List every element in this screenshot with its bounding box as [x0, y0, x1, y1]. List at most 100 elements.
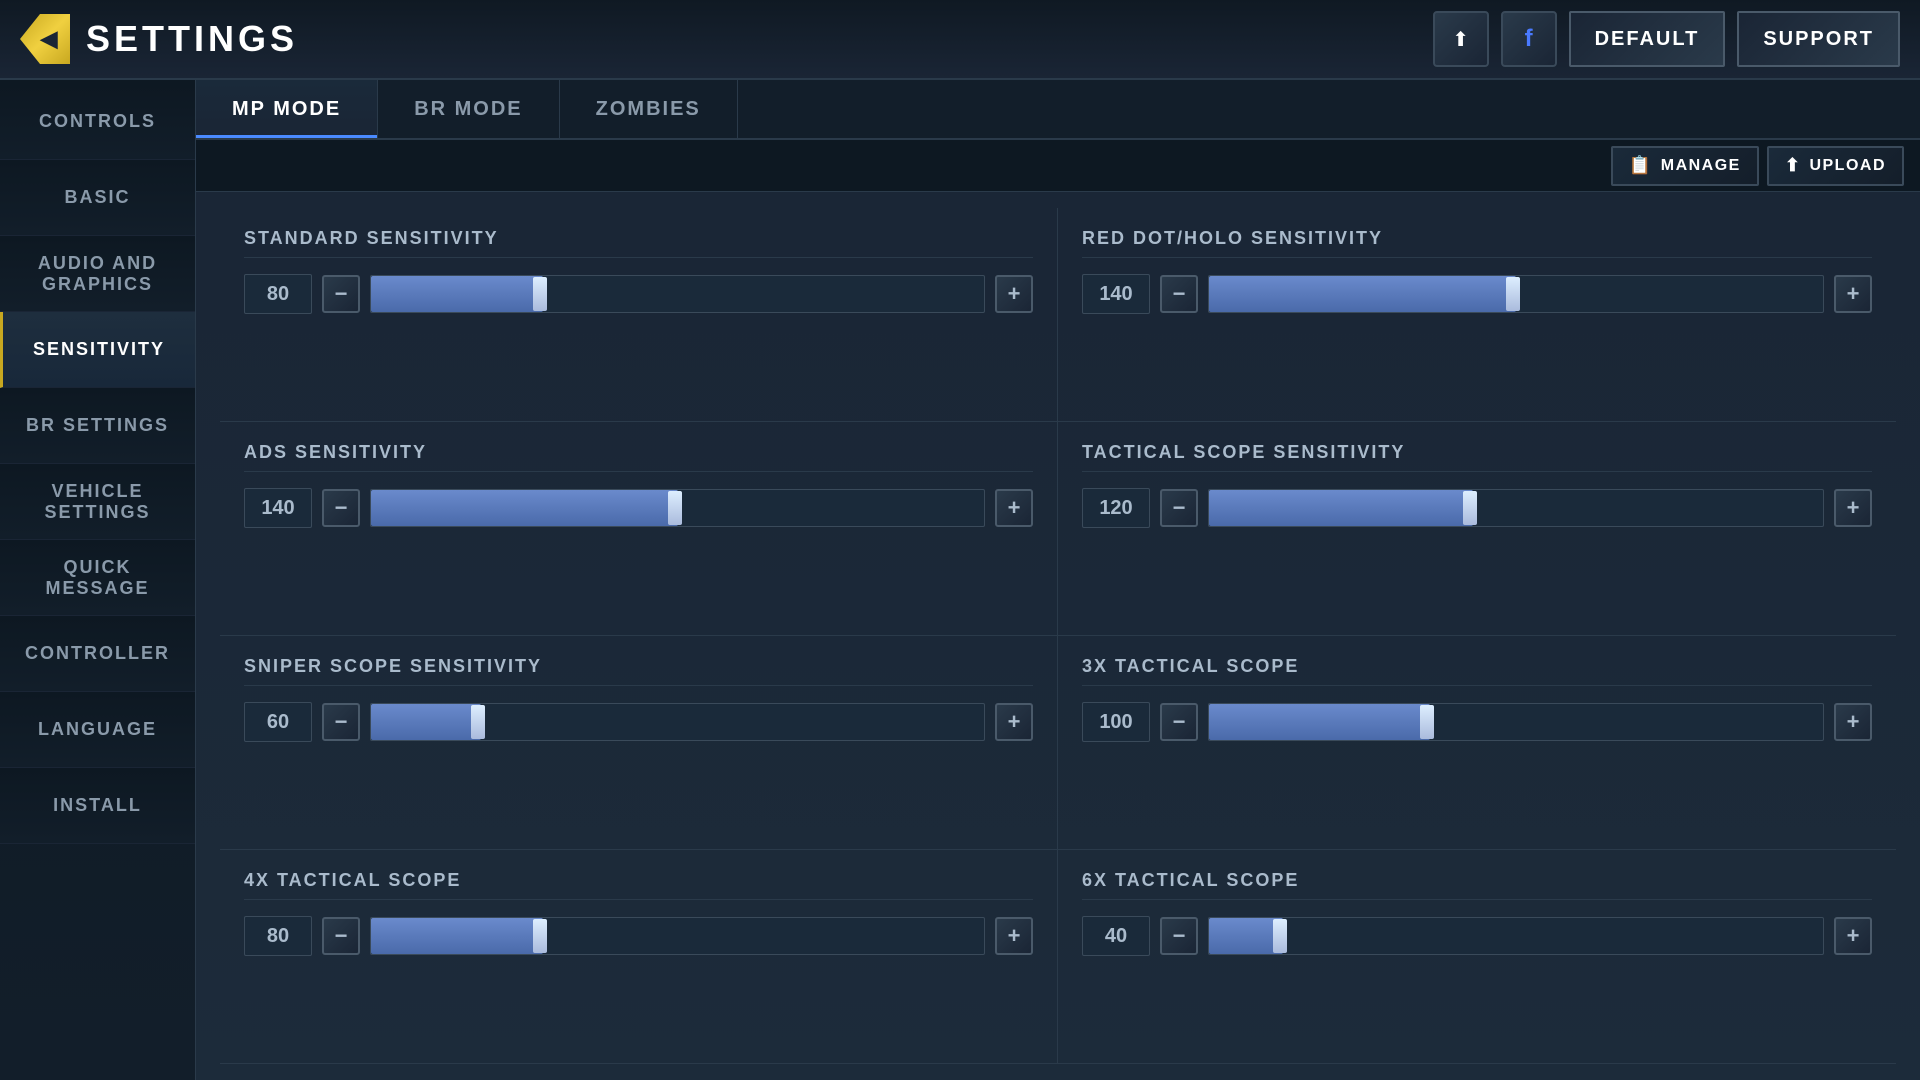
slider-fill-3x-tactical — [1209, 704, 1430, 740]
slider-thumb-3x-tactical[interactable] — [1420, 705, 1434, 739]
slider-fill-tactical-scope — [1209, 490, 1473, 526]
slider-value-sniper-scope: 60 — [244, 702, 312, 742]
slider-minus-ads[interactable]: − — [322, 489, 360, 527]
tab-br-mode[interactable]: BR MODE — [378, 80, 559, 138]
tab-mp-mode[interactable]: MP MODE — [196, 80, 378, 138]
slider-plus-6x-tactical[interactable]: + — [1834, 917, 1872, 955]
slider-thumb-standard[interactable] — [533, 277, 547, 311]
sensitivity-label-tactical-scope: TACTICAL SCOPE SENSITIVITY — [1082, 442, 1872, 472]
sidebar-item-vehicle-settings[interactable]: VEHICLE SETTINGS — [0, 464, 195, 540]
slider-plus-3x-tactical[interactable]: + — [1834, 703, 1872, 741]
slider-minus-tactical-scope[interactable]: − — [1160, 489, 1198, 527]
slider-plus-red-dot-holo[interactable]: + — [1834, 275, 1872, 313]
default-button[interactable]: DEFAULT — [1569, 11, 1726, 67]
slider-plus-4x-tactical[interactable]: + — [995, 917, 1033, 955]
slider-thumb-sniper-scope[interactable] — [471, 705, 485, 739]
slider-minus-sniper-scope[interactable]: − — [322, 703, 360, 741]
slider-fill-4x-tactical — [371, 918, 543, 954]
slider-fill-ads — [371, 490, 678, 526]
sensitivity-item-6x-tactical: 6X TACTICAL SCOPE 40 − + — [1058, 850, 1896, 1064]
slider-plus-standard[interactable]: + — [995, 275, 1033, 313]
sensitivity-item-tactical-scope: TACTICAL SCOPE SENSITIVITY 120 − + — [1058, 422, 1896, 636]
slider-track-3x-tactical[interactable] — [1208, 703, 1824, 741]
sidebar-item-br-settings[interactable]: BR SETTINGS — [0, 388, 195, 464]
slider-track-red-dot-holo[interactable] — [1208, 275, 1824, 313]
support-button[interactable]: SUPPORT — [1737, 11, 1900, 67]
sensitivity-label-3x-tactical: 3x TACTICAL SCOPE — [1082, 656, 1872, 686]
slider-value-red-dot-holo: 140 — [1082, 274, 1150, 314]
sensitivity-item-red-dot-holo: RED DOT/HOLO SENSITIVITY 140 − + — [1058, 208, 1896, 422]
sidebar-item-basic[interactable]: BASIC — [0, 160, 195, 236]
facebook-icon: f — [1525, 25, 1533, 53]
sensitivity-label-ads: ADS SENSITIVITY — [244, 442, 1033, 472]
slider-track-6x-tactical[interactable] — [1208, 917, 1824, 955]
sensitivity-label-red-dot-holo: RED DOT/HOLO SENSITIVITY — [1082, 228, 1872, 258]
sidebar-item-audio-graphics[interactable]: AUDIO AND GRAPHICS — [0, 236, 195, 312]
sidebar-item-quick-message[interactable]: QUICK MESSAGE — [0, 540, 195, 616]
slider-fill-standard — [371, 276, 543, 312]
sensitivity-item-3x-tactical: 3x TACTICAL SCOPE 100 − + — [1058, 636, 1896, 850]
slider-plus-tactical-scope[interactable]: + — [1834, 489, 1872, 527]
slider-row-3x-tactical: 100 − + — [1082, 702, 1872, 742]
sidebar-item-language[interactable]: LANGUAGE — [0, 692, 195, 768]
slider-plus-sniper-scope[interactable]: + — [995, 703, 1033, 741]
slider-minus-standard[interactable]: − — [322, 275, 360, 313]
slider-fill-sniper-scope — [371, 704, 481, 740]
sensitivity-label-standard: STANDARD SENSITIVITY — [244, 228, 1033, 258]
slider-minus-red-dot-holo[interactable]: − — [1160, 275, 1198, 313]
manage-button[interactable]: 📋 MANAGE — [1611, 146, 1759, 186]
sidebar-item-controls[interactable]: CONTROLS — [0, 84, 195, 160]
slider-row-6x-tactical: 40 − + — [1082, 916, 1872, 956]
sidebar-item-install[interactable]: INSTALL — [0, 768, 195, 844]
main-layout: CONTROLSBASICAUDIO AND GRAPHICSSENSITIVI… — [0, 80, 1920, 1080]
slider-track-4x-tactical[interactable] — [370, 917, 985, 955]
slider-thumb-tactical-scope[interactable] — [1463, 491, 1477, 525]
toolbar: 📋 MANAGE ⬆ UPLOAD — [196, 140, 1920, 192]
slider-track-ads[interactable] — [370, 489, 985, 527]
slider-fill-red-dot-holo — [1209, 276, 1516, 312]
slider-track-standard[interactable] — [370, 275, 985, 313]
tab-zombies[interactable]: ZOMBIES — [560, 80, 738, 138]
slider-minus-3x-tactical[interactable]: − — [1160, 703, 1198, 741]
slider-value-tactical-scope: 120 — [1082, 488, 1150, 528]
facebook-icon-button[interactable]: f — [1501, 11, 1557, 67]
sidebar-item-sensitivity[interactable]: SENSITIVITY — [0, 312, 195, 388]
slider-minus-4x-tactical[interactable]: − — [322, 917, 360, 955]
content-area: MP MODEBR MODEZOMBIES 📋 MANAGE ⬆ UPLOAD … — [196, 80, 1920, 1080]
slider-row-red-dot-holo: 140 − + — [1082, 274, 1872, 314]
slider-track-tactical-scope[interactable] — [1208, 489, 1824, 527]
slider-thumb-4x-tactical[interactable] — [533, 919, 547, 953]
back-arrow-icon: ◀ — [41, 26, 58, 52]
upload-button[interactable]: ⬆ UPLOAD — [1767, 146, 1904, 186]
slider-value-ads: 140 — [244, 488, 312, 528]
page-title: SETTINGS — [86, 18, 298, 60]
slider-thumb-6x-tactical[interactable] — [1273, 919, 1287, 953]
slider-row-tactical-scope: 120 − + — [1082, 488, 1872, 528]
back-button[interactable]: ◀ — [20, 14, 70, 64]
slider-value-standard: 80 — [244, 274, 312, 314]
slider-row-standard: 80 − + — [244, 274, 1033, 314]
slider-value-3x-tactical: 100 — [1082, 702, 1150, 742]
sensitivity-item-sniper-scope: SNIPER SCOPE SENSITIVITY 60 − + — [220, 636, 1058, 850]
slider-fill-6x-tactical — [1209, 918, 1283, 954]
header: ◀ SETTINGS ⬆ f DEFAULT SUPPORT — [0, 0, 1920, 80]
header-left: ◀ SETTINGS — [20, 14, 298, 64]
slider-thumb-ads[interactable] — [668, 491, 682, 525]
sensitivity-label-4x-tactical: 4x TACTICAL SCOPE — [244, 870, 1033, 900]
slider-plus-ads[interactable]: + — [995, 489, 1033, 527]
header-right: ⬆ f DEFAULT SUPPORT — [1433, 11, 1900, 67]
upload-icon: ⬆ — [1785, 155, 1802, 176]
tabs-bar: MP MODEBR MODEZOMBIES — [196, 80, 1920, 140]
slider-row-4x-tactical: 80 − + — [244, 916, 1033, 956]
sensitivity-item-ads: ADS SENSITIVITY 140 − + — [220, 422, 1058, 636]
rank-icon-button[interactable]: ⬆ — [1433, 11, 1489, 67]
sidebar-item-controller[interactable]: CONTROLLER — [0, 616, 195, 692]
slider-minus-6x-tactical[interactable]: − — [1160, 917, 1198, 955]
sensitivity-label-6x-tactical: 6X TACTICAL SCOPE — [1082, 870, 1872, 900]
rank-icon: ⬆ — [1452, 27, 1469, 52]
slider-value-6x-tactical: 40 — [1082, 916, 1150, 956]
slider-track-sniper-scope[interactable] — [370, 703, 985, 741]
manage-icon: 📋 — [1629, 155, 1653, 176]
slider-thumb-red-dot-holo[interactable] — [1506, 277, 1520, 311]
slider-row-sniper-scope: 60 − + — [244, 702, 1033, 742]
